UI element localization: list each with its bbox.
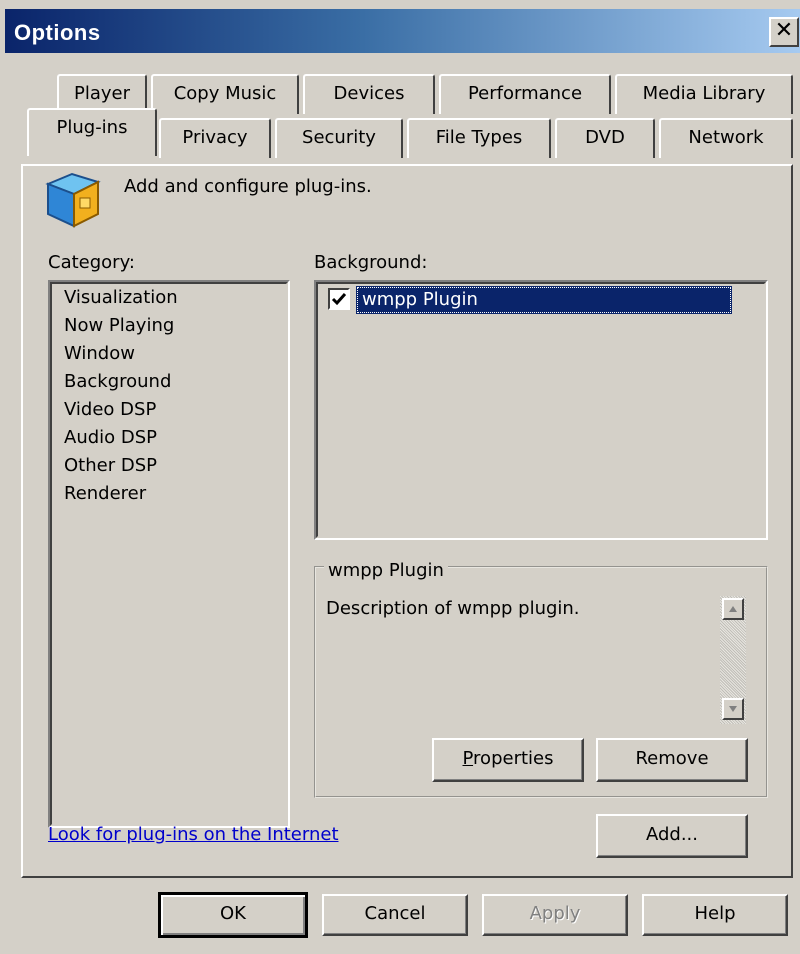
plugin-description: Description of wmpp plugin. bbox=[326, 598, 580, 619]
tab-performance[interactable]: Performance bbox=[439, 74, 611, 114]
category-label: Category: bbox=[48, 252, 135, 273]
category-item-audio-dsp[interactable]: Audio DSP bbox=[64, 424, 284, 452]
arrow-down-icon bbox=[729, 706, 737, 712]
background-listbox[interactable] bbox=[314, 280, 768, 540]
plugin-cube-icon bbox=[42, 168, 106, 232]
category-item-renderer[interactable]: Renderer bbox=[64, 480, 284, 508]
arrow-up-icon bbox=[729, 606, 737, 612]
look-for-plugins-link[interactable]: Look for plug-ins on the Internet bbox=[48, 824, 339, 845]
check-icon bbox=[331, 293, 347, 306]
plugin-checkbox[interactable] bbox=[328, 288, 350, 310]
category-item-window[interactable]: Window bbox=[64, 340, 284, 368]
tab-copy-music[interactable]: Copy Music bbox=[151, 74, 299, 114]
category-item-visualization[interactable]: Visualization bbox=[64, 284, 284, 312]
cancel-button[interactable]: Cancel bbox=[322, 894, 468, 936]
properties-button[interactable]: Properties bbox=[432, 738, 584, 782]
background-label: Background: bbox=[314, 252, 428, 273]
category-item-now-playing[interactable]: Now Playing bbox=[64, 312, 284, 340]
header-text: Add and configure plug-ins. bbox=[124, 176, 372, 197]
options-dialog: Options ✕ Player Copy Music Devices Perf… bbox=[0, 0, 800, 954]
tab-network[interactable]: Network bbox=[659, 118, 793, 158]
tab-privacy[interactable]: Privacy bbox=[159, 118, 271, 158]
plugin-list-item[interactable]: wmpp Plugin bbox=[356, 286, 732, 314]
apply-button[interactable]: Apply bbox=[482, 894, 628, 936]
title-bar[interactable] bbox=[5, 9, 800, 53]
category-list: Visualization Now Playing Window Backgro… bbox=[64, 284, 284, 508]
window-title: Options bbox=[14, 20, 101, 45]
tab-file-types[interactable]: File Types bbox=[407, 118, 551, 158]
category-item-background[interactable]: Background bbox=[64, 368, 284, 396]
tab-plug-ins[interactable]: Plug-ins bbox=[27, 108, 157, 156]
plugin-list-item-label: wmpp Plugin bbox=[362, 289, 478, 310]
scroll-down-button[interactable] bbox=[722, 698, 744, 720]
scroll-up-button[interactable] bbox=[722, 598, 744, 620]
tab-security[interactable]: Security bbox=[275, 118, 403, 158]
properties-accel: P bbox=[462, 748, 474, 769]
tab-media-library[interactable]: Media Library bbox=[615, 74, 793, 114]
add-button[interactable]: Add... bbox=[596, 814, 748, 858]
plugin-details-title: wmpp Plugin bbox=[324, 560, 448, 581]
close-icon: ✕ bbox=[774, 18, 794, 43]
help-button[interactable]: Help bbox=[642, 894, 788, 936]
close-button[interactable]: ✕ bbox=[769, 17, 799, 47]
category-item-other-dsp[interactable]: Other DSP bbox=[64, 452, 284, 480]
remove-button[interactable]: Remove bbox=[596, 738, 748, 782]
category-item-video-dsp[interactable]: Video DSP bbox=[64, 396, 284, 424]
ok-button[interactable]: OK bbox=[158, 892, 308, 938]
tab-dvd[interactable]: DVD bbox=[555, 118, 655, 158]
tab-devices[interactable]: Devices bbox=[303, 74, 435, 114]
